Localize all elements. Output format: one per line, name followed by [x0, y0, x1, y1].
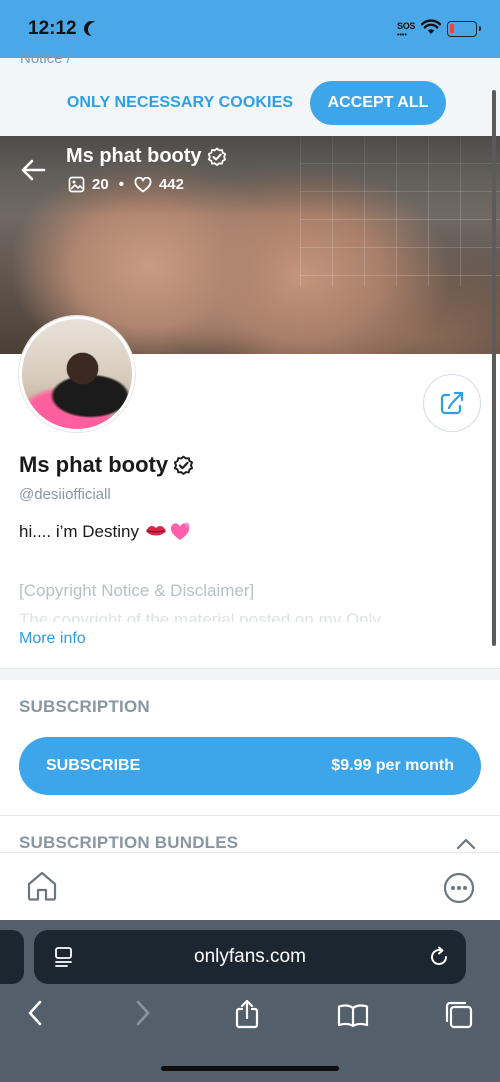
- browser-toolbar: onlyfans.com: [0, 920, 500, 1082]
- cover-profile-name: Ms phat booty: [66, 145, 227, 168]
- cover-name-text: Ms phat booty: [66, 145, 202, 167]
- subscription-heading: SUBSCRIPTION: [19, 697, 150, 716]
- copyright-notice: [Copyright Notice & Disclaimer]: [19, 581, 255, 600]
- bookmarks-icon[interactable]: [337, 1002, 369, 1028]
- only-necessary-cookies-button[interactable]: ONLY NECESSARY COOKIES: [60, 82, 300, 124]
- profile-handle: @desiiofficiall: [19, 486, 111, 503]
- clock-text: 12:12: [28, 18, 77, 39]
- verified-badge-icon: [174, 455, 194, 475]
- more-info-link[interactable]: More info: [19, 630, 86, 648]
- home-indicator: [161, 1066, 339, 1071]
- cover-stats: 20 • 442: [68, 176, 184, 193]
- cookie-notice-text: Notice /: [20, 50, 71, 67]
- image-icon: [68, 176, 85, 193]
- subscribe-label: SUBSCRIBE: [46, 757, 141, 774]
- back-icon[interactable]: [25, 998, 45, 1028]
- address-bar[interactable]: onlyfans.com: [34, 930, 466, 984]
- tabs-icon[interactable]: [444, 1000, 474, 1030]
- profile-name: Ms phat booty: [19, 452, 194, 478]
- profile-name-text: Ms phat booty: [19, 452, 169, 477]
- status-time: 12:12: [28, 18, 98, 40]
- likes-count: 442: [158, 176, 184, 193]
- app-bottom-nav: [0, 852, 500, 920]
- divider: [0, 815, 500, 816]
- home-icon[interactable]: [25, 870, 59, 902]
- subscribe-price: $9.99 per month: [331, 757, 454, 774]
- verified-badge-icon: [207, 147, 226, 166]
- scrollbar[interactable]: [492, 90, 496, 646]
- section-divider: [0, 668, 500, 680]
- share-icon: [440, 391, 464, 415]
- media-count: 20: [92, 176, 109, 193]
- share-icon[interactable]: [234, 998, 260, 1030]
- bio-text: hi.... i’m Destiny: [19, 522, 139, 541]
- bio-emojis: [145, 522, 191, 542]
- previous-tab-peek[interactable]: [0, 930, 24, 984]
- heart-emoji: [170, 522, 190, 540]
- battery-level: [450, 24, 454, 33]
- subscription-bundles-heading[interactable]: SUBSCRIPTION BUNDLES: [19, 833, 238, 853]
- profile-bio: hi.... i’m Destiny: [19, 522, 191, 542]
- avatar[interactable]: [19, 316, 135, 432]
- sos-indicator: SOS ••••: [397, 22, 415, 40]
- subscribe-button[interactable]: SUBSCRIBE $9.99 per month: [19, 737, 481, 795]
- more-icon[interactable]: [443, 872, 475, 904]
- wifi-icon: [421, 19, 441, 34]
- heart-icon: [134, 176, 152, 192]
- forward-icon[interactable]: [133, 998, 153, 1028]
- battery-icon: [447, 21, 481, 37]
- reload-icon[interactable]: [428, 946, 450, 968]
- url-text[interactable]: onlyfans.com: [34, 930, 466, 984]
- chevron-up-icon[interactable]: [456, 838, 476, 850]
- page-menu-icon[interactable]: [53, 946, 75, 970]
- share-profile-button[interactable]: [423, 374, 481, 432]
- status-bar: 12:12 SOS ••••: [0, 0, 500, 58]
- lips-emoji: [145, 526, 166, 536]
- signal-dots-icon: ••••: [397, 32, 407, 39]
- sos-text: SOS: [397, 21, 416, 31]
- stats-separator: •: [118, 176, 124, 193]
- truncated-bio-line: The copyright of the material posted on …: [19, 610, 381, 622]
- focus-moon-icon: [88, 22, 103, 37]
- accept-all-cookies-button[interactable]: ACCEPT ALL: [310, 81, 446, 125]
- back-arrow-icon[interactable]: [20, 158, 46, 182]
